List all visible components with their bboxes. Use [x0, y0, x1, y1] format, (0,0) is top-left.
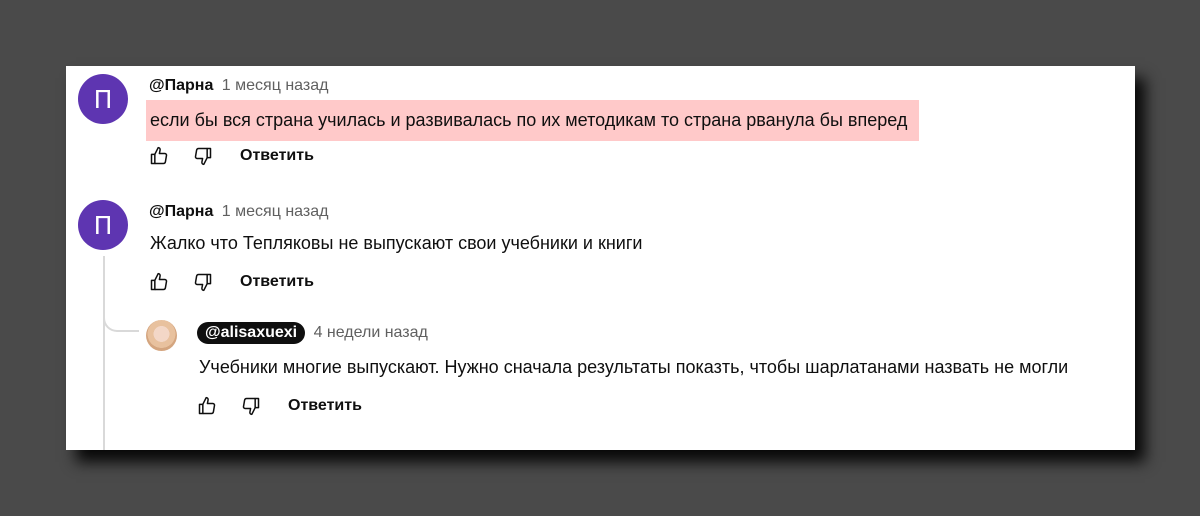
comment-time[interactable]: 1 месяц назад [222, 77, 329, 94]
thumbs-up-icon [150, 272, 168, 291]
thread-connector [103, 306, 139, 332]
thumbs-down-icon [194, 273, 212, 292]
like-button[interactable] [148, 271, 170, 293]
dislike-button[interactable] [240, 395, 262, 417]
comment-actions: Ответить [148, 271, 314, 293]
reply-button[interactable]: Ответить [240, 147, 314, 165]
thumbs-down-icon [194, 147, 212, 166]
comment-text: Жалко что Тепляковы не выпускают свои уч… [150, 233, 643, 253]
reply-time[interactable]: 4 недели назад [314, 324, 428, 341]
thread-line [103, 256, 105, 450]
comment-header: @Парна 1 месяц назад [149, 203, 328, 221]
reply-actions: Ответить [196, 395, 362, 417]
thumbs-up-icon [198, 396, 216, 415]
comment-author[interactable]: @Парна [149, 203, 213, 220]
dislike-button[interactable] [192, 271, 214, 293]
reply-text: Учебники многие выпускают. Нужно сначала… [199, 357, 1069, 377]
reply-avatar[interactable] [146, 320, 177, 351]
like-button[interactable] [148, 145, 170, 167]
reply-author[interactable]: @alisaxuexi [197, 322, 306, 344]
comments-panel: П @Парна 1 месяц назад если бы вся стран… [66, 66, 1135, 450]
comment-header: @Парна 1 месяц назад [149, 77, 328, 95]
reply-header: @alisaxuexi 4 недели назад [197, 322, 428, 344]
avatar[interactable]: П [78, 200, 128, 250]
thumbs-up-icon [150, 146, 168, 165]
avatar-letter: П [93, 210, 113, 240]
reply-button[interactable]: Ответить [240, 273, 314, 291]
like-button[interactable] [196, 395, 218, 417]
comment-text: если бы вся страна училась и развивалась… [146, 100, 920, 141]
reply-button[interactable]: Ответить [288, 397, 362, 415]
comment-author[interactable]: @Парна [149, 77, 213, 94]
comment-time[interactable]: 1 месяц назад [222, 203, 329, 220]
avatar[interactable]: П [78, 74, 128, 124]
dislike-button[interactable] [192, 145, 214, 167]
comment-actions: Ответить [148, 145, 314, 167]
avatar-letter: П [93, 84, 113, 114]
thumbs-down-icon [242, 397, 260, 416]
